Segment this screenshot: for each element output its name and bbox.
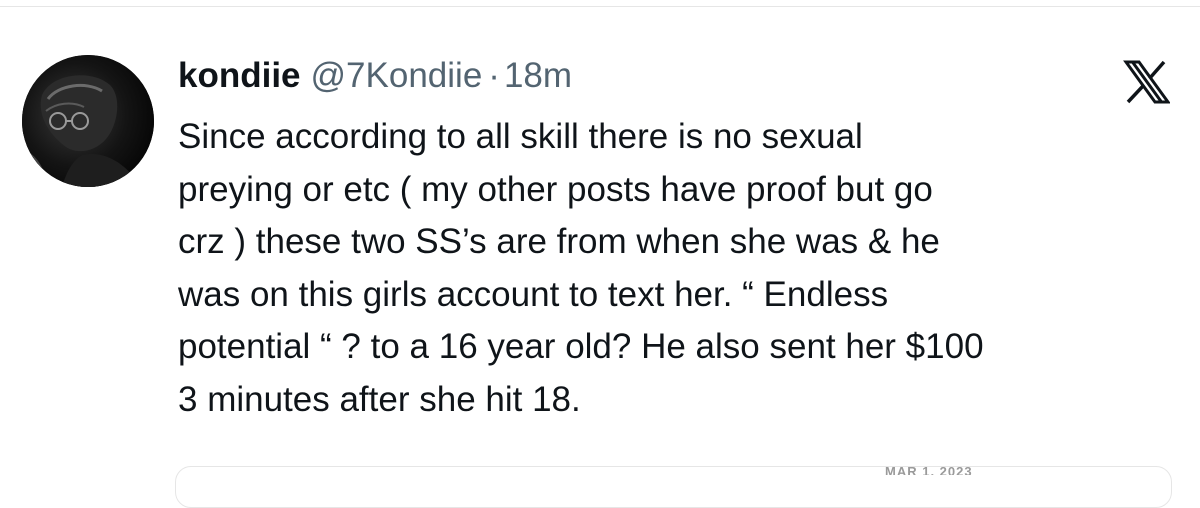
tweet-text-line: potential “ ? to a 16 year old? He also …	[178, 327, 984, 366]
tweet-text: Since according to all skill there is no…	[178, 111, 1178, 426]
tweet-text-line: preying or etc ( my other posts have pro…	[178, 169, 933, 209]
tweet-header: kondiie @7Kondiie · 18m	[178, 54, 572, 98]
avatar-image	[22, 55, 154, 187]
embedded-media-card[interactable]	[175, 466, 1172, 508]
top-divider	[0, 0, 1200, 7]
tweet-text-line: was on this girls account to text her. “…	[178, 274, 889, 314]
author-handle[interactable]: @7Kondiie	[311, 54, 483, 98]
timestamp[interactable]: 18m	[504, 54, 572, 98]
avatar[interactable]	[22, 55, 154, 187]
author-name[interactable]: kondiie	[178, 54, 301, 98]
tweet-text-line: 3 minutes after she hit 18.	[178, 379, 581, 419]
tweet-text-line: crz ) these two SS’s are from when she w…	[178, 222, 940, 261]
x-logo-icon[interactable]	[1122, 60, 1171, 104]
embed-date: MAR 1, 2023	[885, 466, 973, 475]
tweet-text-line: Since according to all skill there is no…	[178, 117, 863, 156]
separator-dot: ·	[488, 56, 500, 95]
